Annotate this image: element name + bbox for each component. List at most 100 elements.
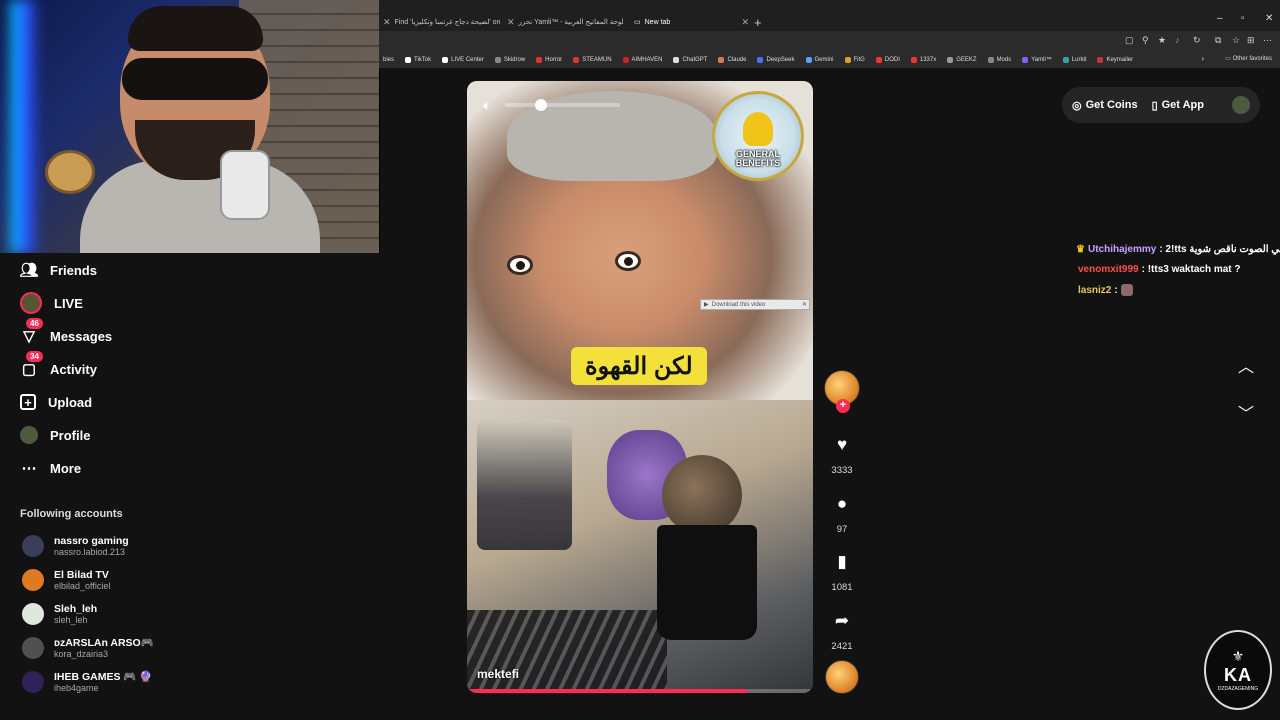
bookmark-item[interactable]: Horror [536, 56, 562, 63]
sidebar-item-label: Friends [50, 262, 97, 278]
account-item[interactable]: Sleh_leh sleh_leh [22, 600, 97, 628]
sidebar-item-upload[interactable]: + Upload [20, 390, 92, 414]
bookmark-item[interactable]: STEAMUN [573, 56, 612, 63]
get-coins-button[interactable]: ◎ Get Coins [1072, 99, 1138, 112]
maximize-icon[interactable]: ▫ [1241, 13, 1245, 24]
close-icon[interactable]: ✕ [507, 17, 515, 28]
chevron-down-icon[interactable]: ﹀ [1238, 400, 1254, 424]
volume-icon[interactable]: 🔈︎ [483, 97, 491, 114]
account-name: Sleh_leh [54, 602, 98, 615]
led-light [10, 0, 40, 253]
comment-icon: ● [836, 494, 848, 513]
sidebar-item-friends[interactable]: 👥︎ Friends [19, 258, 97, 282]
video-progress-bar[interactable] [467, 689, 813, 693]
chevron-right-icon[interactable]: › [1201, 54, 1204, 63]
account-name: IHEB GAMES 🎮 🔮 [54, 670, 153, 683]
favorites-icon[interactable]: ☆ [1232, 35, 1240, 46]
phone-icon: ▯ [1151, 99, 1158, 112]
account-item[interactable]: nassro gaming nassro.labiod.213 [22, 532, 129, 560]
video-author[interactable]: mektefi [477, 667, 519, 681]
man-eye [507, 255, 533, 275]
bookmark-item[interactable]: ChatGPT [673, 56, 707, 63]
comment-button[interactable]: ● 97 [824, 494, 860, 535]
bookmark-item[interactable]: Skidrow [494, 56, 525, 63]
streamer-hair [128, 6, 263, 51]
close-icon[interactable]: ✕ [741, 17, 749, 28]
bookmark-item[interactable]: Gemini [805, 56, 834, 63]
claude-icon [718, 56, 725, 63]
close-icon[interactable]: ✕ [383, 17, 391, 28]
sound-avatar[interactable] [825, 660, 859, 694]
sidebar-item-activity[interactable]: ▢ 34 Activity [20, 351, 97, 381]
friends-icon: 👥︎ [19, 262, 39, 279]
get-app-button[interactable]: ▯ Get App [1152, 99, 1204, 112]
tab-label: تحرر Yamli™ - لوحة المفاتيح العربية [518, 19, 624, 26]
french-press [477, 420, 572, 550]
browser-tab-active[interactable]: ▭ New tab ✕ [634, 11, 749, 33]
close-window-icon[interactable]: ✕ [1265, 13, 1273, 24]
sidebar-item-more[interactable]: ⋯ More [20, 456, 82, 480]
bookmark-item[interactable]: FitG [844, 56, 865, 63]
bookmark-item[interactable]: GEEKZ [947, 56, 977, 63]
bookmark-item[interactable]: Mods [987, 56, 1011, 63]
sidebar-item-profile[interactable]: Profile [20, 423, 90, 447]
screen-icon[interactable]: ▢ [1125, 35, 1134, 46]
extensions-icon[interactable]: ⧉ [1215, 35, 1221, 46]
bookmark-item[interactable]: Claude [718, 56, 746, 63]
share-count: 2421 [831, 641, 853, 652]
bookmark-item[interactable]: Keymailer [1097, 56, 1133, 63]
account-item[interactable]: El Bilad TV elbilad_officiel [22, 566, 110, 594]
straw-hat [45, 150, 95, 194]
volume-knob[interactable] [535, 99, 547, 111]
save-button[interactable]: ▮ 1081 [824, 552, 860, 593]
folder-icon [494, 56, 501, 63]
account-item[interactable]: IHEB GAMES 🎮 🔮 iheb4game [22, 668, 153, 696]
close-icon[interactable]: ✕ [802, 301, 809, 308]
sidebar-item-live[interactable]: LIVE [20, 291, 83, 315]
user-avatar[interactable] [1232, 96, 1250, 114]
star-icon[interactable]: ★ [1158, 35, 1166, 46]
bookmark-item[interactable]: LIVE Center [442, 56, 484, 63]
minimize-icon[interactable]: – [1217, 13, 1223, 24]
zoom-icon[interactable]: ⚲ [1142, 35, 1149, 46]
collections-icon[interactable]: ⊞ [1247, 35, 1255, 46]
url-toolbar: ▢ ⚲ ★ ♪ ↻ ⧉ ☆ ⊞ ⋯ [379, 31, 1280, 51]
avatar [22, 603, 44, 625]
upload-icon: + [20, 394, 36, 410]
bookmark-item[interactable]: Yamli™ [1022, 56, 1052, 63]
bookmark-item[interactable]: DeepSeek [757, 56, 795, 63]
bookmark-item[interactable]: TikTok [405, 56, 431, 63]
sidebar-item-label: More [50, 460, 82, 476]
tab-label: Find 'لضيحة دجاج غرتسا وتكليزيا' on [394, 19, 501, 26]
avatar [22, 569, 44, 591]
bookmark-item[interactable]: AIMHAVEN [622, 56, 662, 63]
share-button[interactable]: ➦ 2421 [824, 611, 860, 652]
menu-icon[interactable]: ⋯ [1263, 35, 1272, 46]
new-tab-button[interactable]: + [754, 11, 768, 33]
volume-slider[interactable] [505, 103, 620, 107]
sidebar-item-messages[interactable]: ▽ 46 Messages [20, 318, 112, 348]
play-icon: ▶ [704, 302, 709, 308]
other-favorites[interactable]: ▭ Other favorites [1225, 55, 1272, 62]
black-mug [657, 525, 757, 640]
dodi-icon [875, 56, 882, 63]
account-handle: nassro.labiod.213 [54, 546, 126, 557]
sunglasses [122, 58, 268, 100]
chevron-up-icon[interactable]: ︿ [1238, 353, 1254, 377]
like-button[interactable]: ♥ 3333 [824, 435, 860, 476]
video-player[interactable]: GENERAL BENEFITS 🔈︎ ▶ Download this vide… [467, 81, 813, 693]
follow-button[interactable]: + [836, 399, 850, 413]
gemini-icon [805, 56, 812, 63]
bookmark-item[interactable]: bies [383, 57, 394, 63]
browser-tab[interactable]: ✕ تحرر Yamli™ - لوحة المفاتيح العربية [503, 11, 631, 33]
bookmark-item[interactable]: 1337x [910, 56, 936, 63]
geekz-icon [947, 56, 954, 63]
browser-tab[interactable]: ✕ Find 'لضيحة دجاج غرتسا وتكليزيا' on [379, 11, 501, 33]
account-item[interactable]: ᴅᴢARSLAn ARSO🎮 kora_dzairia3 [22, 634, 154, 662]
refresh-icon[interactable]: ↻ [1193, 35, 1201, 46]
download-video-bar[interactable]: ▶ Download this video ✕ [700, 299, 810, 310]
read-aloud-icon[interactable]: ♪ [1175, 35, 1180, 45]
bookmark-item[interactable]: DODI [875, 56, 900, 63]
bookmark-item[interactable]: Lurkit [1062, 56, 1086, 63]
crown-icon: ♛ [1076, 244, 1085, 255]
